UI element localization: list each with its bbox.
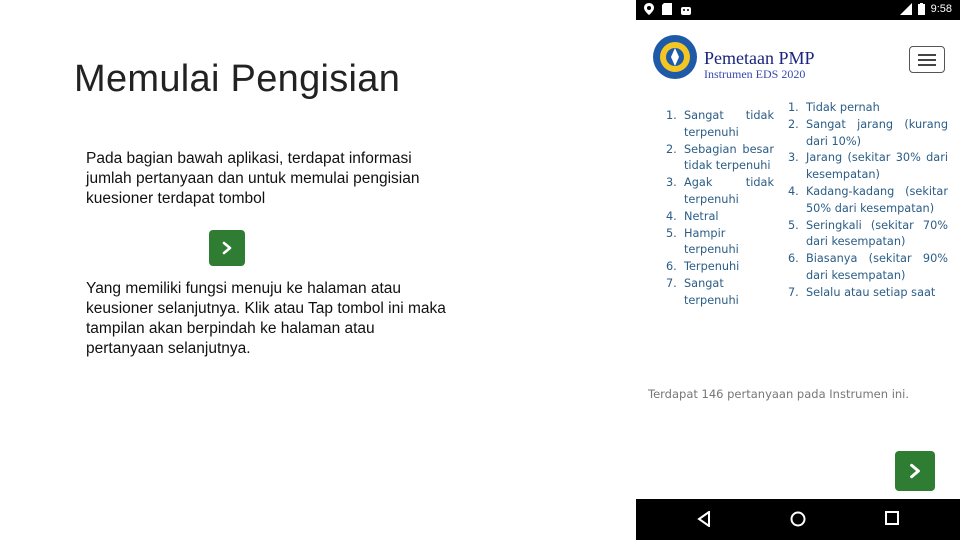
home-icon[interactable] bbox=[790, 511, 806, 527]
fulfillment-scale-item: 2. Sebagian besar tidak terpenuhi bbox=[666, 142, 774, 176]
hamburger-menu-icon[interactable] bbox=[909, 46, 945, 73]
frequency-scale-item: 6. Biasanya (sekitar 90% dari kesempatan) bbox=[788, 251, 948, 285]
chevron-right-icon bbox=[222, 241, 232, 255]
fulfillment-scale-item: 1. Sangat tidak terpenuhi bbox=[666, 108, 774, 142]
explanation-paragraph: Yang memiliki fungsi menuju ke halaman a… bbox=[86, 280, 446, 357]
question-count-info: Terdapat 146 pertanyaan pada Instrumen i… bbox=[648, 387, 910, 401]
fulfillment-scale-item: 5. Hampir terpenuhi bbox=[666, 226, 774, 260]
item-text: Terpenuhi bbox=[684, 260, 740, 274]
item-text: Sebagian besar tidak terpenuhi bbox=[684, 142, 774, 173]
item-text: Jarang (sekitar 30% dari kesempatan) bbox=[806, 151, 948, 182]
item-text: Agak tidak terpenuhi bbox=[684, 176, 774, 206]
item-text: Hampir terpenuhi bbox=[684, 226, 739, 257]
item-number: 6. bbox=[666, 260, 677, 274]
sd-card-icon bbox=[662, 3, 672, 15]
app-title: Pemetaan PMP bbox=[704, 48, 815, 68]
chevron-right-icon bbox=[910, 463, 920, 479]
item-number: 7. bbox=[788, 285, 799, 299]
item-text: Selalu atau setiap saat bbox=[806, 285, 936, 299]
item-number: 6. bbox=[788, 252, 799, 266]
next-button-sample bbox=[209, 230, 245, 266]
item-number: 2. bbox=[666, 142, 677, 156]
item-number: 2. bbox=[788, 117, 799, 131]
frequency-scale-item: 1. Tidak pernah bbox=[788, 100, 948, 117]
item-number: 5. bbox=[788, 218, 799, 232]
item-text: Tidak pernah bbox=[806, 101, 880, 114]
item-number: 1. bbox=[788, 101, 799, 114]
item-number: 7. bbox=[666, 276, 677, 290]
ministry-logo bbox=[653, 35, 697, 79]
fulfillment-scale: 1. Sangat tidak terpenuhi 2. Sebagian besar… bbox=[666, 108, 774, 310]
item-number: 4. bbox=[788, 184, 799, 198]
phone-screenshot: 9:58 Pemetaan PMP Instrumen EDS 2020 1. S… bbox=[636, 0, 960, 540]
item-text: Sangat jarang (kurang dari 10%) bbox=[806, 117, 948, 148]
item-text: Kadang-kadang (sekitar 50% dari kesempat… bbox=[806, 184, 948, 215]
frequency-scale-item: 5. Seringkali (sekitar 70% dari kesempata… bbox=[788, 218, 948, 252]
slide-title: Memulai Pengisian bbox=[74, 58, 401, 100]
fulfillment-scale-item: 6. Terpenuhi bbox=[666, 259, 774, 276]
status-bar: 9:58 bbox=[636, 0, 960, 20]
back-icon[interactable] bbox=[697, 511, 711, 527]
item-number: 3. bbox=[666, 176, 677, 190]
fulfillment-scale-item: 3. Agak tidak terpenuhi bbox=[666, 175, 774, 209]
item-number: 3. bbox=[788, 151, 799, 165]
item-text: Netral bbox=[684, 209, 719, 223]
recents-icon[interactable] bbox=[885, 511, 899, 525]
android-icon bbox=[681, 6, 691, 15]
intro-paragraph: Pada bagian bawah aplikasi, terdapat inf… bbox=[86, 150, 420, 207]
frequency-scale-item: 3. Jarang (sekitar 30% dari kesempatan) bbox=[788, 150, 948, 184]
item-text: Biasanya (sekitar 90% dari kesempatan) bbox=[806, 252, 948, 282]
item-number: 1. bbox=[666, 109, 677, 122]
frequency-scale-item: 4. Kadang-kadang (sekitar 50% dari kesemp… bbox=[788, 184, 948, 218]
app-subtitle: Instrumen EDS 2020 bbox=[704, 67, 806, 81]
item-number: 4. bbox=[666, 209, 677, 223]
item-number: 5. bbox=[666, 226, 677, 240]
next-button[interactable] bbox=[895, 451, 935, 491]
item-text: Seringkali (sekitar 70% dari kesempatan) bbox=[806, 218, 948, 249]
fulfillment-scale-item: 7. Sangat terpenuhi bbox=[666, 276, 774, 310]
location-icon bbox=[644, 3, 654, 15]
battery-icon bbox=[917, 3, 925, 15]
item-text: Sangat tidak terpenuhi bbox=[684, 109, 774, 139]
frequency-scale-item: 2. Sangat jarang (kurang dari 10%) bbox=[788, 117, 948, 151]
android-nav-bar bbox=[636, 499, 960, 540]
status-time: 9:58 bbox=[930, 3, 952, 15]
signal-icon bbox=[899, 3, 912, 15]
frequency-scale: 1. Tidak pernah 2. Sangat jarang (kurang da… bbox=[788, 100, 948, 302]
item-text: Sangat terpenuhi bbox=[684, 276, 739, 307]
fulfillment-scale-item: 4. Netral bbox=[666, 209, 774, 226]
frequency-scale-item: 7. Selalu atau setiap saat bbox=[788, 285, 948, 302]
app-header: Pemetaan PMP Instrumen EDS 2020 bbox=[636, 20, 960, 96]
